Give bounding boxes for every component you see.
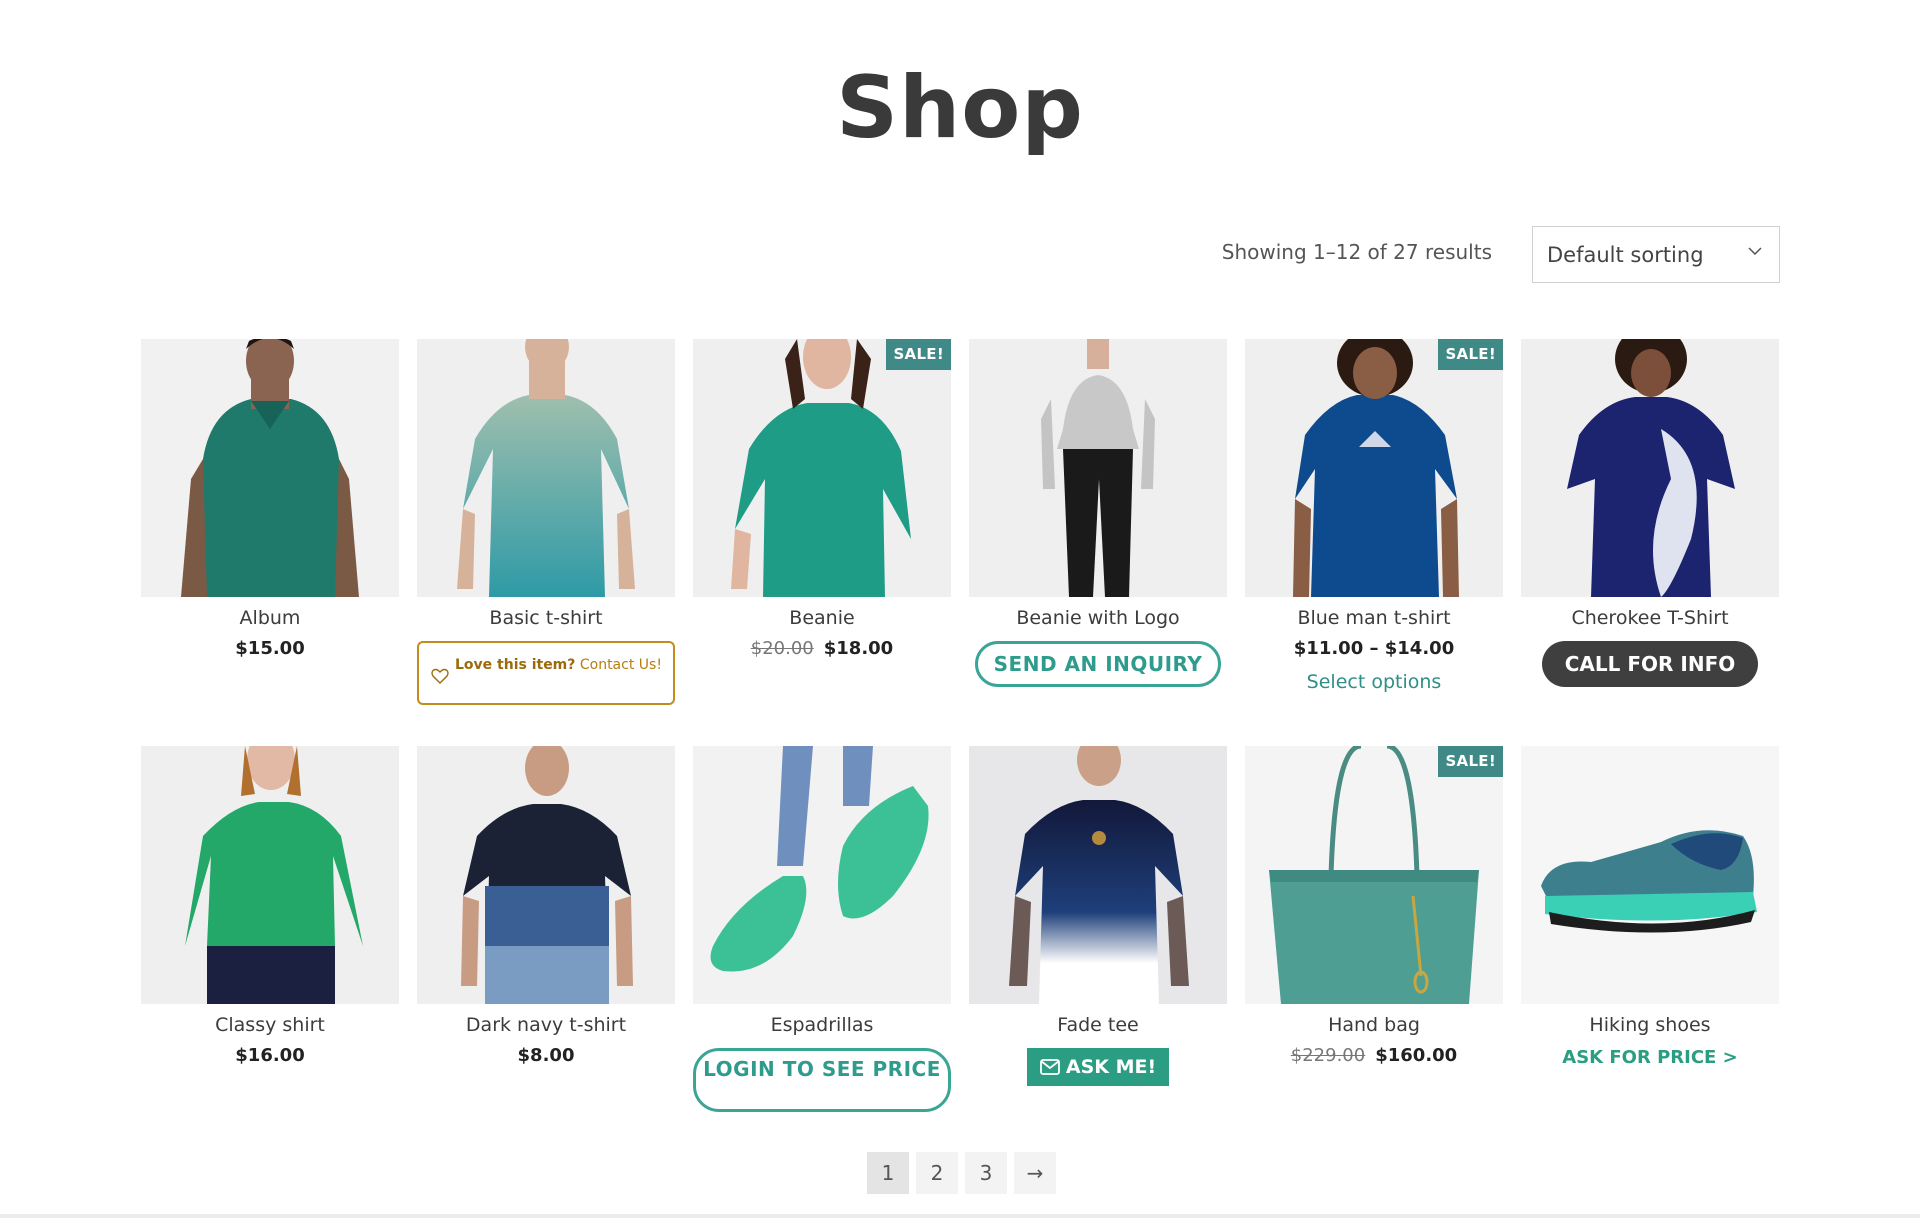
product-image[interactable]: SALE! — [1245, 746, 1503, 1004]
product-card: SALE! Hand bag $229.00 $160.00 — [1245, 746, 1503, 1153]
product-image-basic-t-shirt — [417, 339, 675, 597]
next-page-arrow[interactable]: → — [1014, 1152, 1056, 1194]
product-name[interactable]: Cherokee T-Shirt — [1521, 607, 1779, 631]
product-image[interactable]: SALE! — [693, 339, 951, 597]
sale-badge: SALE! — [1438, 339, 1503, 370]
product-card: Espadrillas LOGIN TO SEE PRICE — [693, 746, 951, 1153]
product-image-hand-bag — [1245, 746, 1503, 1004]
page-2[interactable]: 2 — [916, 1152, 958, 1194]
product-image[interactable] — [1521, 339, 1779, 597]
old-price: $229.00 — [1290, 1045, 1366, 1066]
sale-price: $160.00 — [1375, 1045, 1458, 1066]
product-name[interactable]: Beanie with Logo — [969, 607, 1227, 631]
product-image[interactable] — [141, 339, 399, 597]
ask-me-button[interactable]: ASK ME! — [1027, 1048, 1169, 1086]
footer-divider — [0, 1214, 1920, 1218]
pagination: 1 2 3 → — [867, 1152, 1056, 1194]
product-image[interactable] — [141, 746, 399, 1004]
sale-badge: SALE! — [1438, 746, 1503, 777]
product-price: $8.00 — [517, 1045, 575, 1066]
product-price: $229.00 $160.00 — [1245, 1045, 1503, 1069]
heart-icon — [431, 668, 449, 684]
product-card: SALE! Blue man t-shirt $11.00 – $14.00 S… — [1245, 339, 1503, 746]
product-image-blue-man-t-shirt — [1245, 339, 1503, 597]
product-image[interactable] — [417, 746, 675, 1004]
envelope-icon — [1039, 1059, 1060, 1075]
ask-for-price-link[interactable]: ASK FOR PRICE > — [1521, 1047, 1779, 1068]
love-item-bold: Love this item? — [455, 657, 576, 673]
page-3[interactable]: 3 — [965, 1152, 1007, 1194]
select-options-link[interactable]: Select options — [1245, 671, 1503, 693]
product-price: $20.00 $18.00 — [693, 638, 951, 662]
product-grid: Album $15.00 Basic t-shirt Love this ite… — [141, 339, 1781, 1153]
send-inquiry-button[interactable]: SEND AN INQUIRY — [975, 641, 1221, 687]
ask-me-label: ASK ME! — [1065, 1056, 1157, 1078]
product-name[interactable]: Basic t-shirt — [417, 607, 675, 631]
sale-price: $18.00 — [823, 638, 894, 659]
product-image[interactable] — [1521, 746, 1779, 1004]
product-card: Classy shirt $16.00 — [141, 746, 399, 1153]
login-to-see-price-button[interactable]: LOGIN TO SEE PRICE — [693, 1048, 951, 1112]
product-image[interactable] — [693, 746, 951, 1004]
page-1[interactable]: 1 — [867, 1152, 909, 1194]
sorting-select-value: Default sorting — [1547, 242, 1704, 267]
product-name[interactable]: Dark navy t-shirt — [417, 1014, 675, 1038]
product-image[interactable] — [417, 339, 675, 597]
product-name[interactable]: Beanie — [693, 607, 951, 631]
love-item-contact[interactable]: Love this item? Contact Us! — [417, 641, 675, 705]
product-name[interactable]: Espadrillas — [693, 1014, 951, 1038]
product-card: Hiking shoes ASK FOR PRICE > — [1521, 746, 1779, 1153]
sale-badge: SALE! — [886, 339, 951, 370]
product-image-beanie — [693, 339, 951, 597]
product-name[interactable]: Album — [141, 607, 399, 631]
chevron-down-icon — [1748, 247, 1762, 256]
product-name[interactable]: Blue man t-shirt — [1245, 607, 1503, 631]
sorting-select[interactable]: Default sorting — [1532, 226, 1780, 283]
product-card: SALE! Beanie $20.00 $18.00 — [693, 339, 951, 746]
product-name[interactable]: Hand bag — [1245, 1014, 1503, 1038]
product-image-dark-navy-t-shirt — [417, 746, 675, 1004]
product-image-beanie-with-logo — [969, 339, 1227, 597]
product-card: Fade tee ASK ME! — [969, 746, 1227, 1153]
product-image-classy-shirt — [141, 746, 399, 1004]
product-price: $11.00 – $14.00 — [1293, 638, 1455, 659]
product-image[interactable]: SALE! — [1245, 339, 1503, 597]
product-name[interactable]: Classy shirt — [141, 1014, 399, 1038]
product-image-album — [141, 339, 399, 597]
product-image[interactable] — [969, 339, 1227, 597]
product-card: Basic t-shirt Love this item? Contact Us… — [417, 339, 675, 746]
product-image-cherokee-t-shirt — [1521, 339, 1779, 597]
product-card: Dark navy t-shirt $8.00 — [417, 746, 675, 1153]
page-title: Shop — [836, 58, 1084, 158]
call-for-info-button[interactable]: CALL FOR INFO — [1542, 641, 1758, 687]
product-name[interactable]: Fade tee — [969, 1014, 1227, 1038]
product-image-fade-tee — [969, 746, 1227, 1004]
love-item-link[interactable]: Contact Us! — [575, 657, 662, 673]
old-price: $20.00 — [750, 638, 814, 659]
product-card: Beanie with Logo SEND AN INQUIRY — [969, 339, 1227, 746]
product-price: $16.00 — [235, 1045, 305, 1066]
product-card: Album $15.00 — [141, 339, 399, 746]
product-image-hiking-shoes — [1521, 746, 1779, 1004]
product-image[interactable] — [969, 746, 1227, 1004]
product-price: $15.00 — [235, 638, 305, 659]
love-item-text: Love this item? Contact Us! — [455, 654, 662, 676]
product-name[interactable]: Hiking shoes — [1521, 1014, 1779, 1038]
result-count: Showing 1–12 of 27 results — [1221, 240, 1492, 264]
product-image-espadrillas — [693, 746, 951, 1004]
product-card: Cherokee T-Shirt CALL FOR INFO — [1521, 339, 1779, 746]
